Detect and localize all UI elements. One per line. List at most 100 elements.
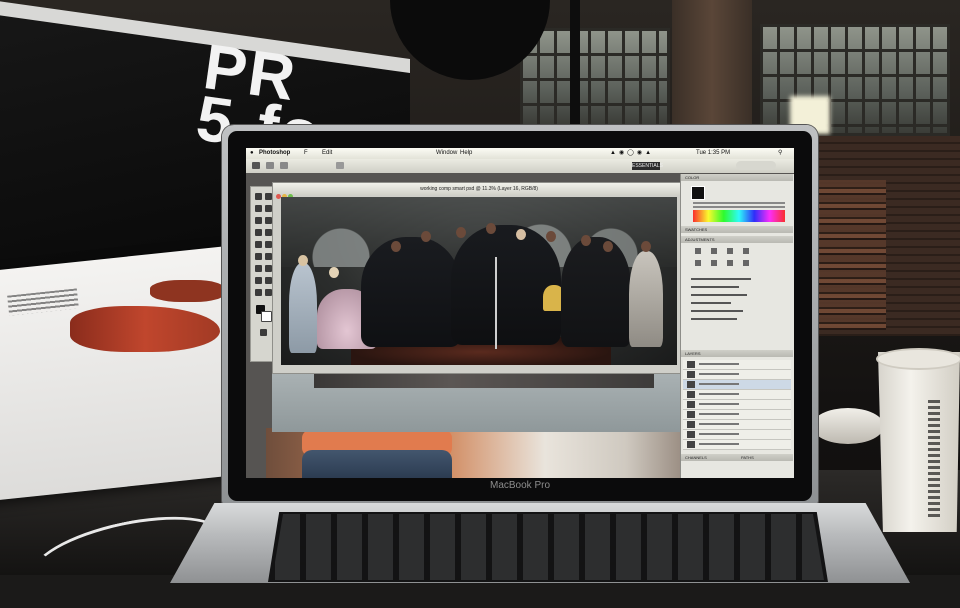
cs-live-icon[interactable]: [736, 161, 776, 170]
studio-window: [760, 24, 950, 136]
panel-header-paths[interactable]: PATHS: [737, 454, 793, 461]
magazine-figure: [70, 306, 220, 352]
menu-photoshop[interactable]: Photoshop: [259, 148, 290, 159]
cup-rim: [876, 348, 960, 370]
healing-tool-icon[interactable]: [255, 229, 262, 236]
color-slider[interactable]: [693, 206, 785, 208]
menu-file[interactable]: F: [304, 148, 308, 159]
move-tool-icon[interactable]: [255, 193, 262, 200]
layer-row[interactable]: [683, 430, 791, 440]
cup-print: [928, 400, 940, 520]
figure-head: [456, 227, 466, 238]
tool-option-icon[interactable]: [336, 162, 344, 169]
brush-tool-icon[interactable]: [265, 229, 272, 236]
layer-row[interactable]: [683, 410, 791, 420]
quick-mask-icon[interactable]: [260, 329, 267, 336]
history-brush-tool-icon[interactable]: [265, 241, 272, 248]
preset-row[interactable]: [691, 294, 747, 296]
adjustment-icon[interactable]: [711, 248, 717, 254]
figure-head: [486, 223, 496, 234]
menu-help[interactable]: Help: [460, 148, 472, 159]
dodge-tool-icon[interactable]: [255, 265, 262, 272]
panels-dock: COLOR SWATCHES ADJUSTMENTS LAYERS CHANNE…: [680, 174, 794, 478]
menubar-status-icons[interactable]: ▲◉◯◉▲: [610, 148, 654, 159]
tool-option-icon[interactable]: [266, 162, 274, 169]
adjustment-icon[interactable]: [727, 260, 733, 266]
laptop-brand-label: MacBook Pro: [489, 480, 551, 491]
layer-row[interactable]: [683, 360, 791, 370]
panel-header-channels[interactable]: CHANNELS: [681, 454, 737, 461]
magazine-figure: [150, 280, 225, 302]
layer-row[interactable]: [683, 440, 791, 450]
layer-row[interactable]: [683, 390, 791, 400]
gradient-tool-icon[interactable]: [265, 253, 272, 260]
panel-header-swatches[interactable]: SWATCHES: [681, 226, 793, 233]
laptop-screen: ● Photoshop F Edit Window Help ▲◉◯◉▲ Tue…: [246, 148, 794, 478]
panel-header-adjustments[interactable]: ADJUSTMENTS: [681, 236, 793, 243]
layer-row[interactable]: [683, 380, 791, 390]
adjustment-icon[interactable]: [727, 248, 733, 254]
coffee-cup: [878, 352, 960, 532]
menu-window[interactable]: Window: [436, 148, 457, 159]
document-title-bar[interactable]: working comp smart psd @ 11.3% (Layer 16…: [273, 183, 685, 195]
cup-lid: [812, 408, 884, 444]
keyboard-keys: [272, 514, 824, 580]
figure-group-left: [361, 237, 461, 347]
adjustment-icon[interactable]: [711, 260, 717, 266]
options-bar: [246, 159, 794, 173]
preset-row[interactable]: [691, 278, 751, 280]
color-picker-field[interactable]: [691, 186, 705, 200]
adjustment-icon[interactable]: [743, 260, 749, 266]
panel-header-layers[interactable]: LAYERS: [681, 350, 793, 357]
pen-tool-icon[interactable]: [265, 265, 272, 272]
eyedropper-tool-icon[interactable]: [265, 217, 272, 224]
marquee-tool-icon[interactable]: [265, 193, 272, 200]
jeans: [302, 450, 452, 478]
adjustment-icon[interactable]: [695, 260, 701, 266]
window-controls[interactable]: [276, 186, 294, 199]
spotlight-icon[interactable]: ⚲: [778, 148, 782, 159]
preset-row[interactable]: [691, 286, 739, 288]
figure-head: [546, 231, 556, 242]
background-color-swatch[interactable]: [261, 311, 272, 322]
layer-row[interactable]: [683, 370, 791, 380]
tool-option-icon[interactable]: [280, 162, 288, 169]
menubar-clock[interactable]: Tue 1:35 PM: [696, 148, 730, 159]
figure-head: [421, 231, 431, 242]
preset-row[interactable]: [691, 302, 731, 304]
lasso-tool-icon[interactable]: [255, 205, 262, 212]
preset-row[interactable]: [691, 318, 737, 320]
panel-header-color[interactable]: COLOR: [681, 174, 793, 181]
hand-tool-icon[interactable]: [255, 289, 262, 296]
adjustment-icon[interactable]: [695, 248, 701, 254]
crop-tool-icon[interactable]: [255, 217, 262, 224]
zoom-tool-icon[interactable]: [265, 289, 272, 296]
color-slider[interactable]: [693, 202, 785, 204]
path-select-tool-icon[interactable]: [265, 277, 272, 284]
document-title: working comp smart psd @ 11.3% (Layer 16…: [420, 186, 538, 192]
figure-head: [298, 255, 308, 266]
document-window[interactable]: working comp smart psd @ 11.3% (Layer 16…: [272, 182, 686, 374]
type-tool-icon[interactable]: [255, 277, 262, 284]
menu-bar: ● Photoshop F Edit Window Help ▲◉◯◉▲ Tue…: [246, 148, 794, 159]
adjustment-icon[interactable]: [743, 248, 749, 254]
preset-row[interactable]: [691, 310, 743, 312]
group-portrait-image: [281, 197, 677, 365]
menu-edit[interactable]: Edit: [322, 148, 332, 159]
figure-head: [516, 229, 526, 240]
eraser-tool-icon[interactable]: [255, 253, 262, 260]
figure-group-center: [451, 225, 561, 345]
workspace-switcher-button[interactable]: ESSENTIALS: [632, 162, 663, 170]
layer-row[interactable]: [683, 420, 791, 430]
apple-icon[interactable]: ●: [250, 148, 254, 159]
studio-window: [520, 28, 670, 128]
figure-gown: [289, 263, 317, 353]
move-tool-icon[interactable]: [252, 162, 260, 169]
figure-group-right: [561, 237, 631, 347]
stamp-tool-icon[interactable]: [255, 241, 262, 248]
quick-select-tool-icon[interactable]: [265, 205, 272, 212]
layer-row[interactable]: [683, 400, 791, 410]
figure-head: [581, 235, 591, 246]
color-ramp[interactable]: [693, 210, 785, 222]
tripod: [495, 257, 497, 349]
